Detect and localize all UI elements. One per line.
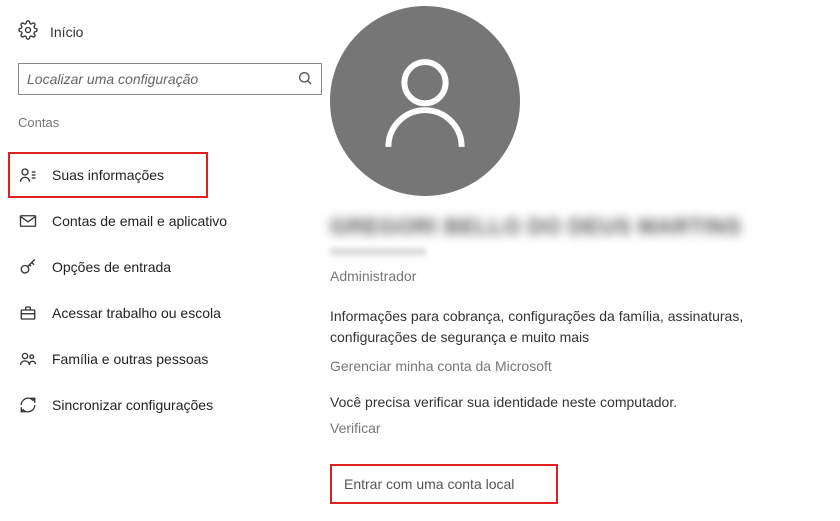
info-text: Informações para cobrança, configurações… [330, 306, 770, 348]
search-input-container[interactable] [18, 63, 322, 95]
key-icon [18, 257, 38, 277]
sidebar-item-family[interactable]: Família e outras pessoas [18, 336, 330, 382]
sidebar-item-label: Sincronizar configurações [52, 397, 213, 413]
user-role: Administrador [330, 268, 840, 284]
briefcase-icon [18, 303, 38, 323]
gear-icon [18, 20, 38, 43]
sidebar-item-email-accounts[interactable]: Contas de email e aplicativo [18, 198, 330, 244]
sync-icon [18, 395, 38, 415]
avatar [330, 6, 520, 196]
sidebar-item-sync[interactable]: Sincronizar configurações [18, 382, 330, 428]
user-email: xxxxxxxxxxxxxxxx [330, 244, 840, 258]
section-title: Contas [18, 115, 330, 130]
sidebar-item-label: Acessar trabalho ou escola [52, 305, 221, 321]
verify-link[interactable]: Verificar [330, 420, 840, 436]
sidebar-item-label: Família e outras pessoas [52, 351, 208, 367]
user-detail-icon [18, 165, 38, 185]
sidebar-item-label: Suas informações [52, 167, 164, 183]
search-input[interactable] [27, 71, 297, 87]
home-label: Início [50, 24, 83, 40]
home-link[interactable]: Início [18, 20, 330, 43]
mail-icon [18, 211, 38, 231]
sidebar-item-signin-options[interactable]: Opções de entrada [18, 244, 330, 290]
local-account-link[interactable]: Entrar com uma conta local [330, 464, 558, 504]
people-icon [18, 349, 38, 369]
sidebar-item-label: Contas de email e aplicativo [52, 213, 227, 229]
sidebar-item-your-info[interactable]: Suas informações [8, 152, 208, 198]
sidebar-item-work-school[interactable]: Acessar trabalho ou escola [18, 290, 330, 336]
sidebar-item-label: Opções de entrada [52, 259, 171, 275]
user-name: GREGORI BELLO DO DEUS MARTINS [330, 214, 840, 240]
manage-account-link[interactable]: Gerenciar minha conta da Microsoft [330, 358, 840, 374]
search-icon [297, 70, 313, 89]
verify-prompt: Você precisa verificar sua identidade ne… [330, 394, 840, 410]
